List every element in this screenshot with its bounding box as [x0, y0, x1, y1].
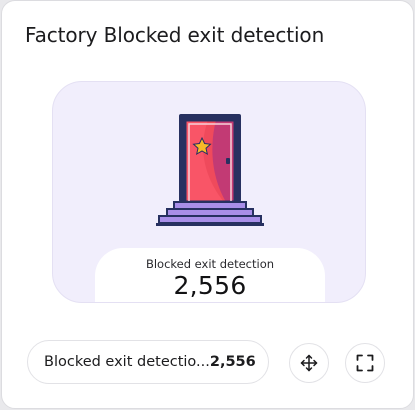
widget-card: Factory Blocked exit detection Blocked e… [1, 0, 414, 409]
stat-value: 2,556 [173, 271, 247, 300]
door-icon [156, 114, 264, 226]
stat-panel: Blocked exit detection 2,556 [95, 248, 325, 302]
fullscreen-icon [356, 354, 374, 372]
fullscreen-button[interactable] [345, 343, 385, 383]
card-title: Factory Blocked exit detection [25, 23, 325, 47]
move-icon [300, 354, 318, 372]
metric-pill[interactable]: Blocked exit detectio... 2,556 [27, 340, 269, 384]
move-button[interactable] [289, 343, 329, 383]
stat-label: Blocked exit detection [145, 257, 275, 271]
metric-pill-value: 2,556 [209, 354, 256, 370]
metric-pill-label: Blocked exit detectio... [44, 354, 210, 370]
hero-panel: Blocked exit detection 2,556 [52, 81, 366, 303]
